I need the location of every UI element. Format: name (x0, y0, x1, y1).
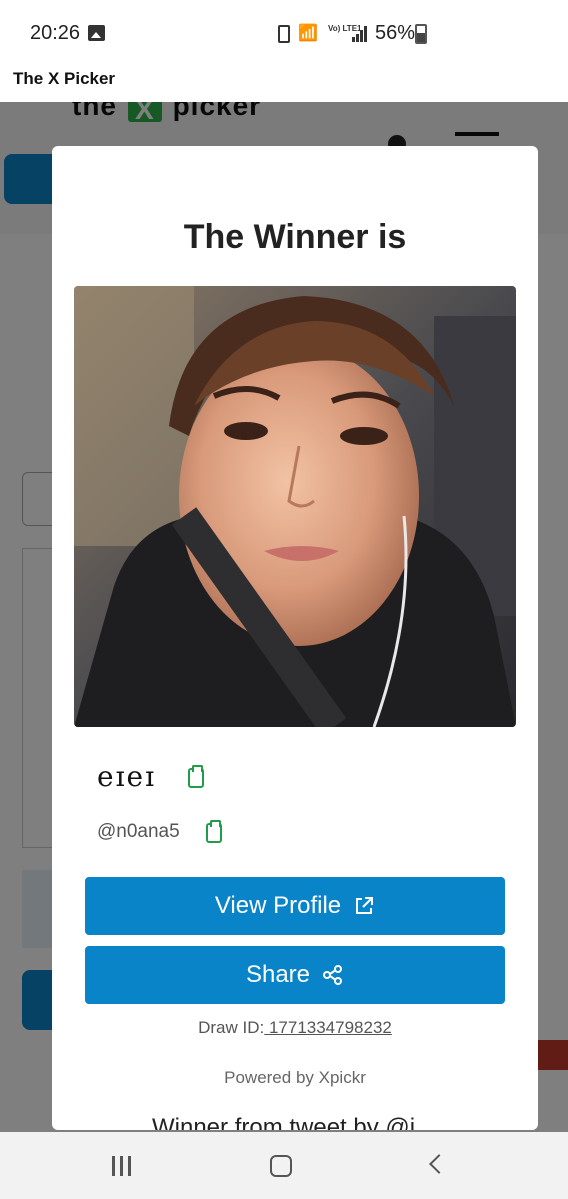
winner-modal: The Winner is eɪeɪ @n0ana5 View Profile … (52, 146, 538, 1130)
app-title: The X Picker (13, 69, 116, 88)
view-profile-button[interactable]: View Profile (85, 877, 505, 935)
wifi-icon: 📶 (298, 25, 318, 42)
winner-name-row: eɪeɪ (97, 760, 156, 794)
copy-handle-icon[interactable] (206, 820, 222, 843)
share-button[interactable]: Share (85, 946, 505, 1004)
battery-saver-icon (278, 25, 290, 43)
modal-title: The Winner is (183, 218, 407, 256)
recent-apps-icon[interactable] (112, 1156, 134, 1176)
share-icon (323, 965, 343, 985)
external-link-icon (356, 897, 374, 914)
draw-id-label: Draw ID: (198, 1018, 265, 1037)
winner-avatar (74, 286, 516, 727)
status-time: 20:26 (30, 22, 81, 44)
winner-display-name: eɪeɪ (97, 760, 157, 793)
battery-percent: 56% (375, 22, 416, 44)
back-icon[interactable] (429, 1154, 449, 1174)
draw-id: Draw ID: 1771334798232 (52, 1018, 538, 1038)
app-bar: The X Picker (0, 62, 568, 102)
gallery-icon (88, 25, 105, 41)
copy-name-icon[interactable] (188, 765, 204, 788)
winner-from-tweet-text: Winner from tweet by @i (152, 1114, 416, 1130)
powered-by-text: Powered by Xpickr (224, 1068, 366, 1087)
share-label: Share (245, 961, 311, 988)
status-bar: 20:26 📶 Vo) LTE1 56% (0, 0, 568, 62)
home-icon[interactable] (270, 1155, 292, 1177)
draw-id-link[interactable]: 1771334798232 (264, 1018, 392, 1037)
view-profile-label: View Profile (214, 892, 342, 919)
signal-icon (352, 26, 368, 42)
battery-icon (415, 24, 427, 44)
navigation-bar (0, 1132, 568, 1199)
winner-handle: @n0ana5 (97, 821, 180, 842)
